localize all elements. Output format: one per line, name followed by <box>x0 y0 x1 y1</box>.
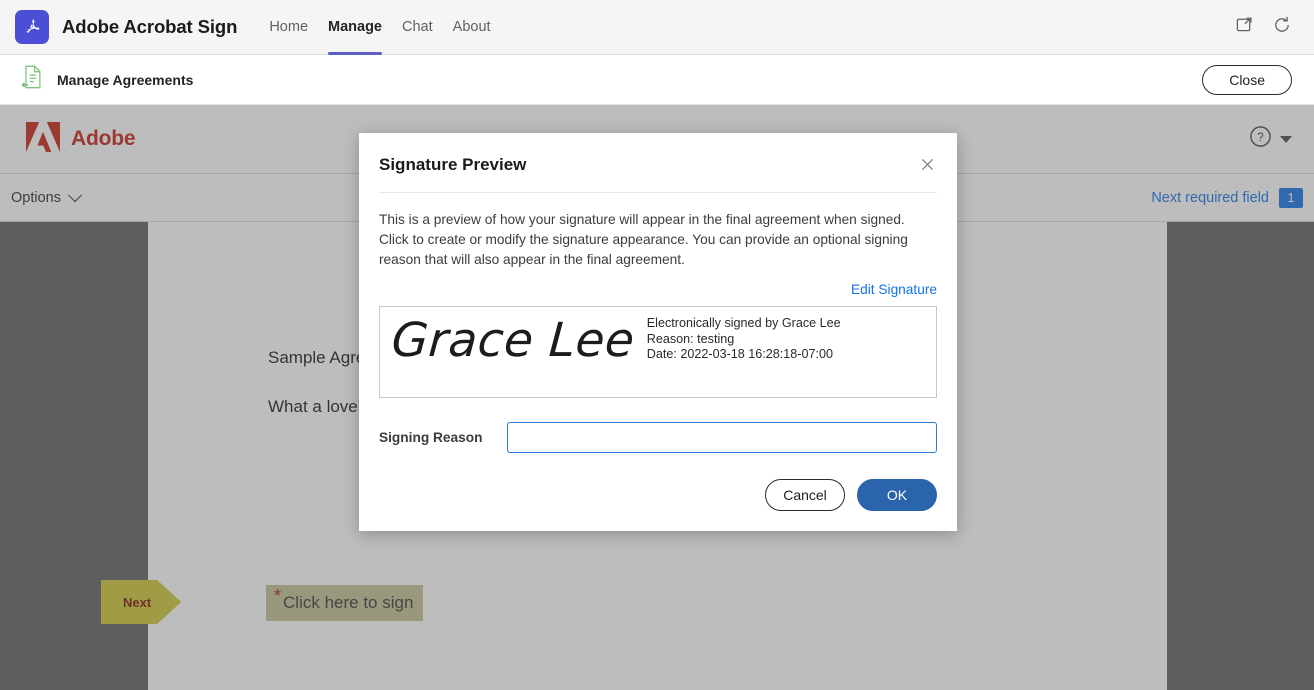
dialog-description: This is a preview of how your signature … <box>379 212 908 267</box>
required-marker: * <box>274 586 282 606</box>
svg-text:?: ? <box>1257 132 1263 144</box>
options-dropdown[interactable]: Options <box>11 187 83 206</box>
acrobat-icon <box>15 10 49 44</box>
chevron-down-icon[interactable] <box>1280 135 1292 143</box>
app-title: Adobe Acrobat Sign <box>62 16 238 37</box>
manage-agreements-bar: Manage Agreements Close <box>0 55 1314 105</box>
help-menu[interactable]: ? <box>1249 125 1292 153</box>
edit-signature-row: Edit Signature <box>379 282 937 297</box>
signing-reason-label: Signing Reason <box>379 430 483 445</box>
next-required-field-button[interactable]: Next required field 1 <box>1151 187 1303 208</box>
app-header: Adobe Acrobat Sign Home Manage Chat Abou… <box>0 0 1314 55</box>
cancel-button[interactable]: Cancel <box>765 479 845 511</box>
nav-item-home[interactable]: Home <box>259 0 318 55</box>
options-label: Options <box>11 189 61 206</box>
next-required-field-label: Next required field <box>1151 189 1269 206</box>
signature-metadata: Electronically signed by Grace Lee Reaso… <box>635 307 841 363</box>
next-required-field-count-badge: 1 <box>1279 187 1303 208</box>
edit-signature-link[interactable]: Edit Signature <box>851 282 937 297</box>
header-actions <box>1235 15 1292 40</box>
adobe-wordmark: Adobe <box>71 127 136 150</box>
nav-item-chat[interactable]: Chat <box>392 0 443 55</box>
dialog-actions: Cancel OK <box>379 479 937 511</box>
refresh-icon[interactable] <box>1272 15 1292 40</box>
signature-preview-dialog: Signature Preview This is a preview of h… <box>359 133 957 531</box>
signature-signed-by: Electronically signed by Grace Lee <box>646 316 841 330</box>
page-title: Manage Agreements <box>57 71 194 88</box>
adobe-mark-icon <box>26 121 60 157</box>
signature-field-click-here[interactable]: * Click here to sign <box>266 585 424 621</box>
dialog-header: Signature Preview <box>379 155 937 175</box>
app-nav: Home Manage Chat About <box>259 0 500 55</box>
close-icon[interactable] <box>918 155 937 174</box>
adobe-logo: Adobe <box>26 121 136 157</box>
signature-date: Date: 2022-03-18 16:28:18-07:00 <box>646 347 834 361</box>
next-field-tag[interactable]: Next <box>101 580 181 624</box>
signing-reason-input[interactable] <box>507 422 937 453</box>
close-button[interactable]: Close <box>1202 64 1292 95</box>
nav-item-about[interactable]: About <box>443 0 501 55</box>
signature-field-label: Click here to sign <box>283 593 414 612</box>
signature-preview-box[interactable]: Grace Lee Electronically signed by Grace… <box>379 306 937 398</box>
pop-out-icon[interactable] <box>1235 15 1254 39</box>
agreement-document-icon <box>19 64 44 95</box>
nav-item-manage[interactable]: Manage <box>318 0 392 55</box>
ok-button[interactable]: OK <box>857 479 937 511</box>
signing-reason-row: Signing Reason <box>379 422 937 453</box>
signature-script-name: Grace Lee <box>389 313 637 368</box>
dialog-title: Signature Preview <box>379 155 527 174</box>
help-circle-icon[interactable]: ? <box>1249 125 1272 153</box>
chevron-down-icon <box>67 187 83 202</box>
signature-reason: Reason: testing <box>646 331 735 346</box>
dialog-divider <box>379 192 937 193</box>
